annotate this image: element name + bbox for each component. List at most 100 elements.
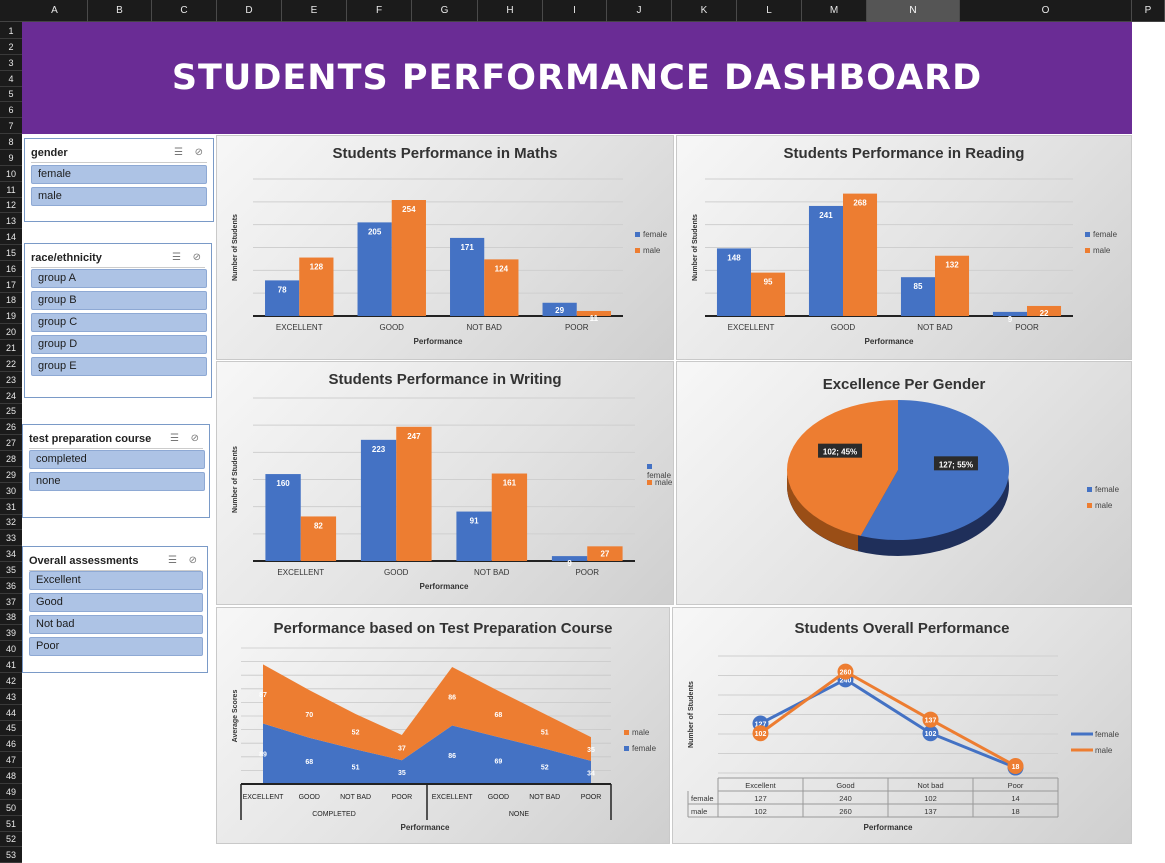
row-header-40[interactable]: 40	[0, 642, 22, 658]
column-header-A[interactable]: A	[22, 0, 88, 22]
row-header-41[interactable]: 41	[0, 658, 22, 673]
slicer-item[interactable]: group A	[31, 269, 207, 288]
clear-filter-icon[interactable]: ⊘	[195, 143, 203, 163]
row-header-15[interactable]: 15	[0, 246, 22, 261]
row-header-26[interactable]: 26	[0, 420, 22, 436]
slicer-item[interactable]: group B	[31, 291, 207, 310]
row-header-50[interactable]: 50	[0, 801, 22, 816]
row-header-20[interactable]: 20	[0, 325, 22, 341]
chart-test-prep[interactable]: Performance based on Test Preparation Co…	[216, 607, 670, 844]
chart-writing[interactable]: Students Performance in Writing 160 82 EXC…	[216, 361, 674, 605]
slicer-item[interactable]: Poor	[29, 637, 203, 656]
row-header-32[interactable]: 32	[0, 515, 22, 531]
column-header-M[interactable]: M	[802, 0, 867, 22]
column-header-P[interactable]: P	[1132, 0, 1165, 22]
row-header-33[interactable]: 33	[0, 531, 22, 547]
slicer-item[interactable]: male	[31, 187, 207, 206]
column-header-B[interactable]: B	[88, 0, 152, 22]
row-header-46[interactable]: 46	[0, 737, 22, 753]
slicer-item[interactable]: group D	[31, 335, 207, 354]
row-header-30[interactable]: 30	[0, 484, 22, 499]
row-header-27[interactable]: 27	[0, 436, 22, 452]
clear-filter-icon[interactable]: ⊘	[193, 248, 201, 268]
column-header-L[interactable]: L	[737, 0, 802, 22]
row-header-43[interactable]: 43	[0, 690, 22, 705]
row-header-44[interactable]: 44	[0, 706, 22, 721]
column-header-H[interactable]: H	[478, 0, 543, 22]
row-header-31[interactable]: 31	[0, 500, 22, 515]
row-header-34[interactable]: 34	[0, 547, 22, 563]
row-header-17[interactable]: 17	[0, 278, 22, 293]
slicer-item[interactable]: Good	[29, 593, 203, 612]
row-header-28[interactable]: 28	[0, 452, 22, 467]
column-header-E[interactable]: E	[282, 0, 347, 22]
row-header-4[interactable]: 4	[0, 72, 22, 87]
clear-filter-icon[interactable]: ⊘	[189, 551, 197, 571]
row-header-21[interactable]: 21	[0, 341, 22, 356]
slicer-item[interactable]: none	[29, 472, 205, 491]
row-header-6[interactable]: 6	[0, 103, 22, 119]
row-header-3[interactable]: 3	[0, 56, 22, 71]
row-header-11[interactable]: 11	[0, 183, 22, 198]
column-header-F[interactable]: F	[347, 0, 412, 22]
column-header-J[interactable]: J	[607, 0, 672, 22]
multi-select-icon[interactable]: ☰	[170, 429, 179, 449]
row-header-37[interactable]: 37	[0, 595, 22, 610]
row-header-1[interactable]: 1	[0, 24, 22, 39]
chart-excellence-per-gender[interactable]: Excellence Per Gender 127; 55% 102; 45% fe…	[676, 361, 1132, 605]
column-header-N[interactable]: N	[867, 0, 960, 22]
row-header-52[interactable]: 52	[0, 832, 22, 848]
slicer-item[interactable]: female	[31, 165, 207, 184]
multi-select-icon[interactable]: ☰	[174, 143, 183, 163]
slicer-gender[interactable]: gender ☰ ⊘ female male	[24, 138, 214, 222]
row-header-23[interactable]: 23	[0, 373, 22, 388]
row-header-7[interactable]: 7	[0, 119, 22, 135]
row-header-36[interactable]: 36	[0, 579, 22, 594]
row-header-51[interactable]: 51	[0, 817, 22, 832]
chart-maths[interactable]: Students Performance in Maths 78 128 EXCEL…	[216, 135, 674, 360]
chart-reading[interactable]: Students Performance in Reading 148 95 EXC…	[676, 135, 1132, 360]
row-header-42[interactable]: 42	[0, 674, 22, 689]
multi-select-icon[interactable]: ☰	[172, 248, 181, 268]
slicer-item[interactable]: group E	[31, 357, 207, 376]
row-header-39[interactable]: 39	[0, 626, 22, 642]
row-header-49[interactable]: 49	[0, 785, 22, 800]
slicer-item[interactable]: completed	[29, 450, 205, 469]
row-header-13[interactable]: 13	[0, 214, 22, 230]
column-header-O[interactable]: O	[960, 0, 1132, 22]
slicer-item[interactable]: Excellent	[29, 571, 203, 590]
multi-select-icon[interactable]: ☰	[168, 551, 177, 571]
slicer-test-prep[interactable]: test preparation course ☰ ⊘ completed no…	[22, 424, 210, 518]
slicer-item[interactable]: Not bad	[29, 615, 203, 634]
row-header-24[interactable]: 24	[0, 389, 22, 404]
row-header-8[interactable]: 8	[0, 135, 22, 150]
row-header-45[interactable]: 45	[0, 721, 22, 737]
row-header-53[interactable]: 53	[0, 848, 22, 863]
row-header-19[interactable]: 19	[0, 309, 22, 325]
column-header-D[interactable]: D	[217, 0, 282, 22]
row-header-16[interactable]: 16	[0, 262, 22, 277]
row-header-48[interactable]: 48	[0, 769, 22, 784]
column-header-I[interactable]: I	[543, 0, 607, 22]
row-header-12[interactable]: 12	[0, 198, 22, 214]
row-header-47[interactable]: 47	[0, 753, 22, 769]
row-header-9[interactable]: 9	[0, 151, 22, 166]
row-header-35[interactable]: 35	[0, 563, 22, 578]
row-header-18[interactable]: 18	[0, 293, 22, 309]
row-header-29[interactable]: 29	[0, 468, 22, 483]
row-header-10[interactable]: 10	[0, 167, 22, 182]
row-header-25[interactable]: 25	[0, 404, 22, 420]
slicer-overall-assessments[interactable]: Overall assessments ☰ ⊘ Excellent Good N…	[22, 546, 208, 673]
slicer-item[interactable]: group C	[31, 313, 207, 332]
row-header-14[interactable]: 14	[0, 230, 22, 246]
row-header-38[interactable]: 38	[0, 610, 22, 626]
column-header-C[interactable]: C	[152, 0, 217, 22]
chart-overall-performance[interactable]: Students Overall Performance 12724010214…	[672, 607, 1132, 844]
column-header-K[interactable]: K	[672, 0, 737, 22]
slicer-race-ethnicity[interactable]: race/ethnicity ☰ ⊘ group A group B group…	[24, 243, 212, 398]
row-header-2[interactable]: 2	[0, 40, 22, 55]
row-header-22[interactable]: 22	[0, 357, 22, 372]
clear-filter-icon[interactable]: ⊘	[191, 429, 199, 449]
row-header-5[interactable]: 5	[0, 87, 22, 103]
column-header-G[interactable]: G	[412, 0, 478, 22]
